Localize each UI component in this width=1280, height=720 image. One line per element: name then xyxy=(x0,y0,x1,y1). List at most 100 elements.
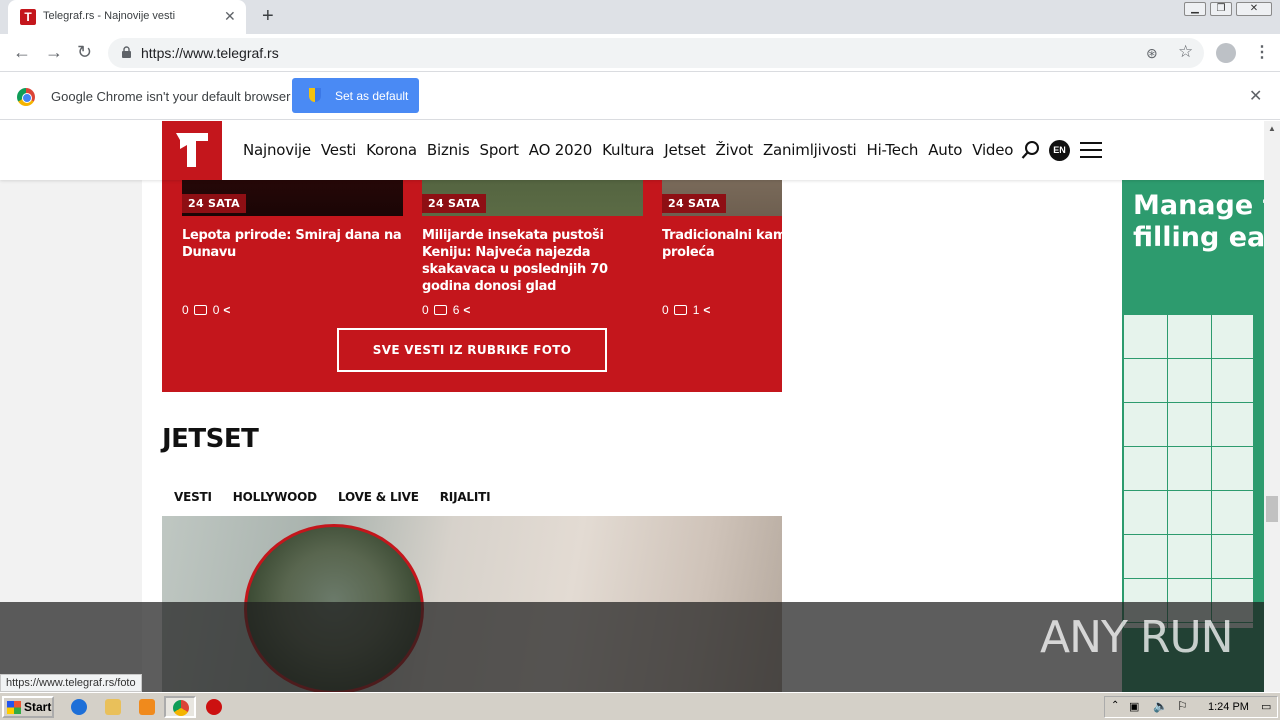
taskbar-clock[interactable]: 1:24 PM xyxy=(1208,701,1249,713)
telegraf-logo-icon xyxy=(176,133,208,167)
uac-shield-icon xyxy=(309,88,321,102)
card-headline[interactable]: Milijarde insekata pustoši Keniju: Najve… xyxy=(422,227,643,295)
nav-item-korona[interactable]: Korona xyxy=(366,141,417,159)
comment-count: 0 xyxy=(662,303,669,317)
share-icon[interactable]: < xyxy=(223,303,230,317)
nav-item-ao-2020[interactable]: AO 2020 xyxy=(529,141,593,159)
reload-icon[interactable]: ↻ xyxy=(77,42,92,63)
jetset-tab-love-live[interactable]: LOVE & LIVE xyxy=(338,490,419,504)
language-switch-button[interactable]: EN xyxy=(1049,140,1070,161)
ad-line-1: Manage fr xyxy=(1133,190,1264,221)
network-icon[interactable]: ▣ xyxy=(1129,700,1139,713)
show-desktop-icon[interactable]: ▭ xyxy=(1261,700,1271,713)
section-title-jetset[interactable]: JETSET xyxy=(162,424,259,454)
ad-headline: Manage fr filling eas xyxy=(1133,190,1264,254)
comment-count: 0 xyxy=(182,303,189,317)
window-close-button[interactable]: ✕ xyxy=(1236,2,1272,16)
nav-item-zanimljivosti[interactable]: Zanimljivosti xyxy=(763,141,857,159)
jetset-tab-rijaliti[interactable]: RIJALITI xyxy=(440,490,491,504)
scroll-up-icon[interactable]: ▲ xyxy=(1268,124,1276,133)
jetset-subnav: VESTI HOLLYWOOD LOVE & LIVE RIJALITI xyxy=(174,488,511,506)
action-center-flag-icon[interactable]: ⚐ xyxy=(1177,699,1188,713)
browser-toolbar: ← → ↻ https://www.telegraf.rs ⊛ ☆ ⋮ xyxy=(0,34,1280,72)
nav-item-najnovije[interactable]: Najnovije xyxy=(243,141,311,159)
comment-icon[interactable] xyxy=(433,305,447,315)
forward-icon[interactable]: → xyxy=(45,42,63,63)
security-shield-icon[interactable] xyxy=(206,699,222,715)
windows-taskbar: Start ⌃ ▣ 🔈 ⚐ ▭ 1:24 PM xyxy=(0,692,1280,720)
nav-item-vesti[interactable]: Vesti xyxy=(321,141,356,159)
card-meta: 0 6 < xyxy=(422,303,470,317)
ad-line-2: filling eas xyxy=(1133,222,1264,253)
share-icon[interactable]: < xyxy=(703,303,710,317)
share-count: 1 xyxy=(692,303,700,317)
share-icon[interactable]: < xyxy=(463,303,470,317)
page-scrollbar[interactable] xyxy=(1264,121,1280,692)
link-status-bubble: https://www.telegraf.rs/foto xyxy=(0,674,142,692)
explorer-folder-icon[interactable] xyxy=(105,699,121,715)
lock-icon xyxy=(122,46,131,58)
chrome-taskbar-icon xyxy=(173,700,189,716)
site-header: Najnovije Vesti Korona Biznis Sport AO 2020 Ku… xyxy=(0,121,1264,180)
card-meta: 0 0 < xyxy=(182,303,230,317)
bookmark-star-icon[interactable]: ☆ xyxy=(1178,42,1193,62)
comment-count: 0 xyxy=(422,303,429,317)
nav-item-video[interactable]: Video xyxy=(972,141,1013,159)
set-as-default-button[interactable]: Set as default xyxy=(292,78,419,113)
windows-logo-icon xyxy=(7,701,21,714)
browser-titlebar: T Telegraf.rs - Najnovije vesti ✕ + ▁ ❐ … xyxy=(0,0,1280,34)
browser-tab[interactable]: T Telegraf.rs - Najnovije vesti ✕ xyxy=(8,0,246,34)
chrome-menu-icon[interactable]: ⋮ xyxy=(1254,42,1270,62)
comment-icon[interactable] xyxy=(673,305,687,315)
tray-expand-icon[interactable]: ⌃ xyxy=(1111,700,1119,711)
nav-item-jetset[interactable]: Jetset xyxy=(664,141,705,159)
taskbar-chrome-button[interactable] xyxy=(164,696,196,718)
tab-close-icon[interactable]: ✕ xyxy=(224,8,236,25)
telegraf-logo[interactable] xyxy=(162,121,222,180)
media-player-icon[interactable] xyxy=(139,699,155,715)
card-meta: 0 1 < xyxy=(662,303,710,317)
scrollbar-thumb[interactable] xyxy=(1266,496,1278,522)
main-nav: Najnovije Vesti Korona Biznis Sport AO 2020 Ku… xyxy=(243,141,1023,160)
card-headline[interactable]: Tradicionalni kam za doček proleća xyxy=(662,227,782,261)
card-headline[interactable]: Lepota prirode: Smiraj dana na Dunavu xyxy=(182,227,403,261)
ad-food-grid-image xyxy=(1122,313,1254,629)
nav-item-sport[interactable]: Sport xyxy=(480,141,519,159)
all-foto-news-button[interactable]: SVE VESTI IZ RUBRIKE FOTO xyxy=(337,328,607,372)
system-tray: ⌃ ▣ 🔈 ⚐ ▭ xyxy=(1104,696,1278,718)
volume-icon[interactable]: 🔈 xyxy=(1153,699,1168,713)
back-icon[interactable]: ← xyxy=(13,42,31,63)
chrome-logo-icon xyxy=(17,88,35,106)
restore-button[interactable]: ❐ xyxy=(1210,2,1232,16)
share-count: 0 xyxy=(212,303,220,317)
infobar-message: Google Chrome isn't your default browser xyxy=(51,89,291,104)
anyrun-watermark: ANY RUN xyxy=(1040,612,1234,663)
hamburger-menu-icon[interactable] xyxy=(1080,142,1102,158)
search-icon[interactable] xyxy=(1021,140,1041,160)
minimize-button[interactable]: ▁ xyxy=(1184,2,1206,16)
card-tag[interactable]: 24 SATA xyxy=(662,194,726,213)
ie-icon[interactable] xyxy=(71,699,87,715)
card-tag[interactable]: 24 SATA xyxy=(422,194,486,213)
new-tab-button[interactable]: + xyxy=(262,5,274,28)
tab-title: Telegraf.rs - Najnovije vesti xyxy=(43,10,176,22)
jetset-tab-hollywood[interactable]: HOLLYWOOD xyxy=(233,490,317,504)
nav-item-zivot[interactable]: Život xyxy=(716,141,754,159)
share-count: 6 xyxy=(452,303,460,317)
profile-avatar-icon[interactable] xyxy=(1216,43,1236,63)
nav-item-auto[interactable]: Auto xyxy=(928,141,962,159)
start-label: Start xyxy=(24,700,52,714)
nav-item-biznis[interactable]: Biznis xyxy=(427,141,470,159)
translate-icon[interactable]: ⊛ xyxy=(1146,45,1158,62)
start-button[interactable]: Start xyxy=(2,696,54,718)
url-text: https://www.telegraf.rs xyxy=(141,45,279,61)
nav-item-kultura[interactable]: Kultura xyxy=(602,141,654,159)
nav-item-hi-tech[interactable]: Hi-Tech xyxy=(867,141,919,159)
card-tag[interactable]: 24 SATA xyxy=(182,194,246,213)
address-bar[interactable]: https://www.telegraf.rs ⊛ ☆ xyxy=(108,38,1204,68)
default-browser-infobar: Google Chrome isn't your default browser… xyxy=(0,72,1280,120)
telegraf-favicon-icon: T xyxy=(20,9,36,25)
jetset-tab-vesti[interactable]: VESTI xyxy=(174,490,212,504)
infobar-close-icon[interactable]: ✕ xyxy=(1249,86,1262,106)
comment-icon[interactable] xyxy=(193,305,207,315)
